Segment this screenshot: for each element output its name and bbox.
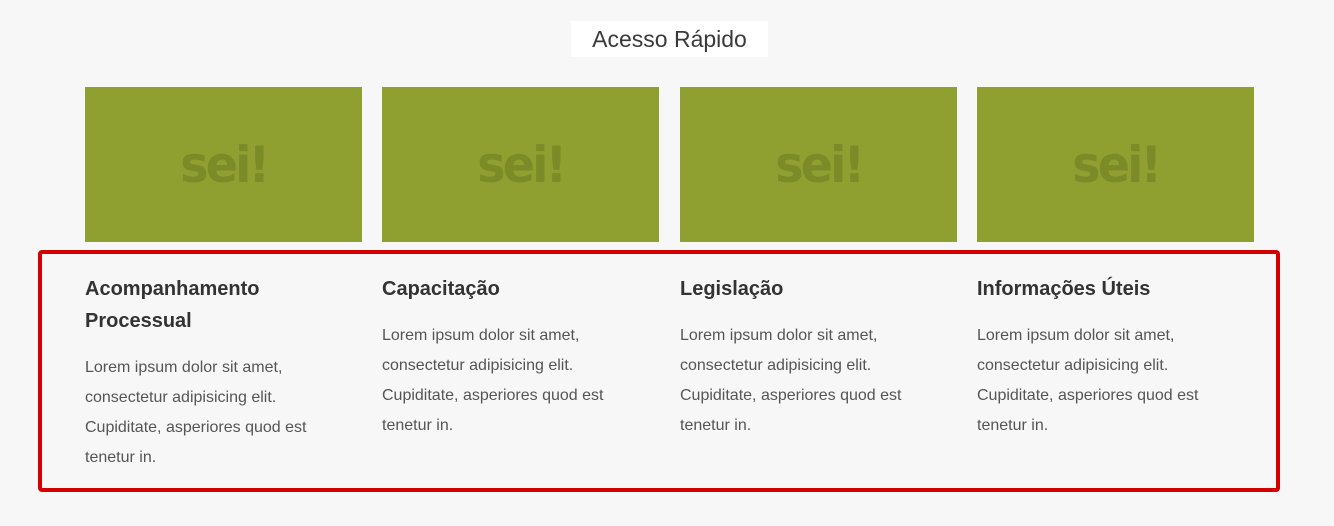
card-title[interactable]: Acompanhamento Processual — [85, 273, 335, 337]
card-image-legislacao[interactable]: sei! — [680, 87, 957, 242]
card-image-acompanhamento[interactable]: sei! — [85, 87, 362, 242]
card-title[interactable]: Capacitação — [382, 273, 632, 305]
sei-logo: sei! — [1071, 135, 1162, 194]
sei-logo: sei! — [179, 135, 270, 194]
card-image-informacoes[interactable]: sei! — [977, 87, 1254, 242]
card-informacoes: Informações Úteis Lorem ipsum dolor sit … — [977, 273, 1227, 441]
section-title: Acesso Rápido — [571, 21, 768, 57]
card-text: Lorem ipsum dolor sit amet, consectetur … — [382, 327, 604, 434]
card-capacitacao: Capacitação Lorem ipsum dolor sit amet, … — [382, 273, 632, 441]
card-acompanhamento: Acompanhamento Processual Lorem ipsum do… — [85, 273, 335, 473]
card-legislacao: Legislação Lorem ipsum dolor sit amet, c… — [680, 273, 930, 441]
card-text: Lorem ipsum dolor sit amet, consectetur … — [680, 327, 902, 434]
card-text: Lorem ipsum dolor sit amet, consectetur … — [977, 327, 1199, 434]
card-image-capacitacao[interactable]: sei! — [382, 87, 659, 242]
sei-logo: sei! — [476, 135, 567, 194]
card-text: Lorem ipsum dolor sit amet, consectetur … — [85, 359, 307, 466]
sei-logo: sei! — [774, 135, 865, 194]
card-title[interactable]: Legislação — [680, 273, 930, 305]
page: Acesso Rápido sei! sei! sei! sei! Acompa… — [0, 0, 1334, 526]
card-title[interactable]: Informações Úteis — [977, 273, 1227, 305]
